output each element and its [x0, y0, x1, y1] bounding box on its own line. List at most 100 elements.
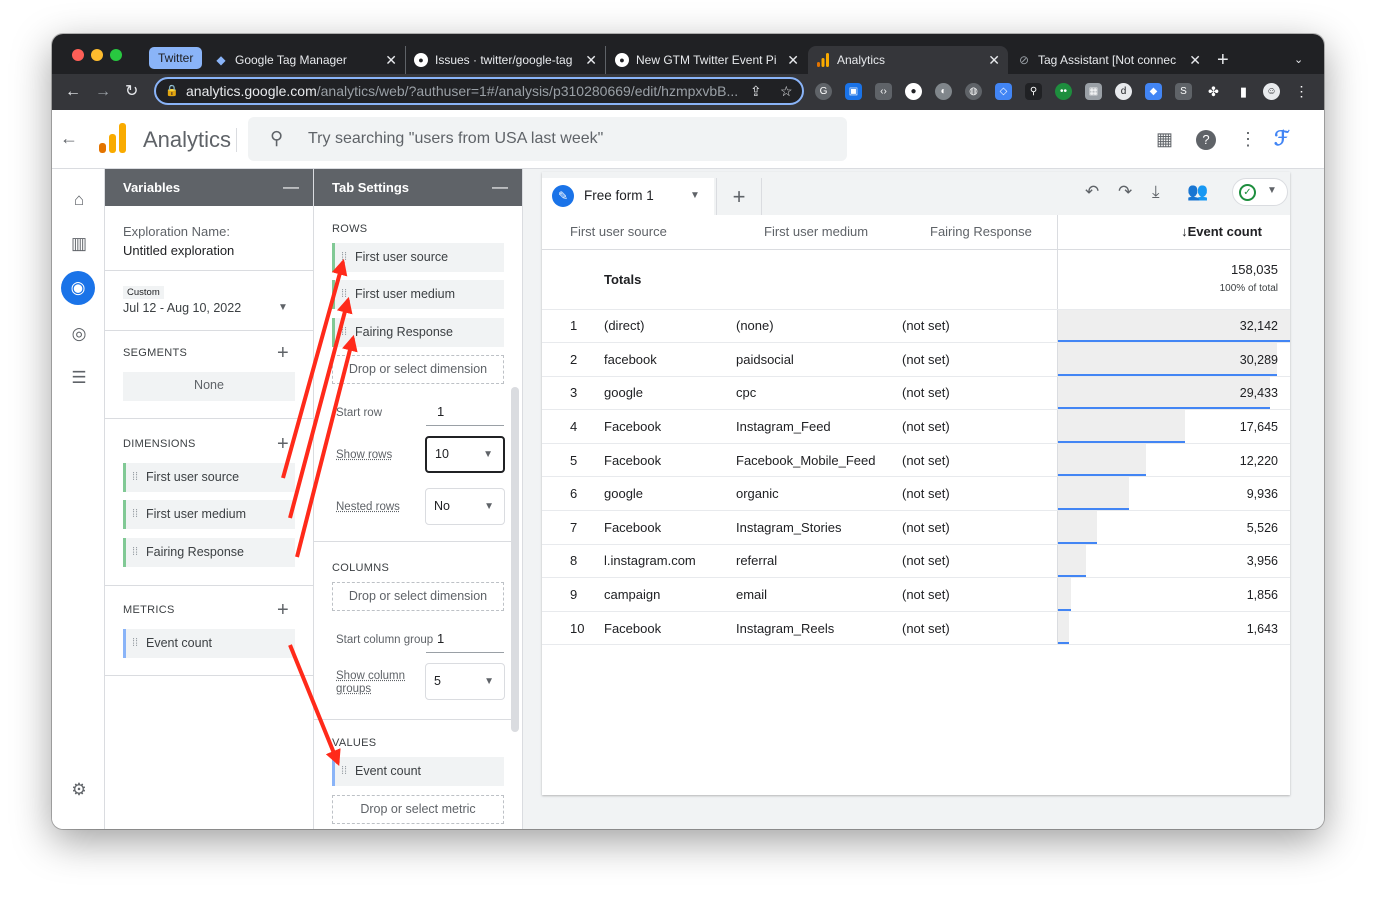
bookmark-star-icon[interactable]: ☆	[780, 79, 793, 103]
nested-rows-select[interactable]: No ▼	[425, 488, 505, 525]
extension-icon-3[interactable]: ‹›	[875, 83, 892, 100]
extension-icon-11[interactable]: d	[1115, 83, 1132, 100]
extension-icon-5[interactable]: ◐	[935, 83, 952, 100]
undo-icon[interactable]: ↶	[1085, 182, 1099, 202]
tab-group-label[interactable]: Twitter	[149, 47, 203, 69]
show-rows-select[interactable]: 10 ▼	[425, 436, 505, 473]
segment-none[interactable]: None	[123, 372, 295, 401]
new-tab-button[interactable]: +	[1217, 46, 1241, 74]
collapse-icon[interactable]: —	[492, 169, 508, 206]
home-icon[interactable]: ⌂	[68, 189, 90, 211]
tab-analytics[interactable]: Analytics ✕	[808, 46, 1008, 74]
tab-google-tag-manager[interactable]: ◆ Google Tag Manager ✕	[206, 46, 406, 74]
scrollbar[interactable]	[511, 387, 519, 732]
browser-menu-icon[interactable]: ⋮	[1293, 83, 1310, 100]
download-icon[interactable]: ⤓	[1152, 182, 1160, 202]
table-row[interactable]: 3 google cpc (not set) 29,433	[542, 376, 1290, 411]
share-users-icon[interactable]: 👥	[1187, 182, 1208, 202]
extension-icon-2[interactable]: ▣	[845, 83, 862, 100]
minimize-window-button[interactable]	[91, 49, 103, 61]
more-vert-icon[interactable]: ⋮	[1239, 129, 1257, 150]
account-logo-icon[interactable]: ℱ	[1274, 126, 1290, 151]
drag-handle-icon[interactable]: ⁞⁞	[341, 757, 347, 786]
extension-icon-9[interactable]: ••	[1055, 83, 1072, 100]
add-dimension-icon[interactable]: +	[277, 434, 289, 454]
column-header[interactable]: First user source	[542, 215, 736, 250]
close-tab-icon[interactable]: ✕	[988, 46, 1000, 74]
table-row[interactable]: 7 Facebook Instagram_Stories (not set) 5,526	[542, 510, 1290, 545]
profile-avatar[interactable]: ☺	[1263, 83, 1280, 100]
forward-arrow-icon[interactable]: →	[95, 80, 111, 104]
address-bar[interactable]: 🔒 analytics.google.com/analytics/web/?au…	[154, 77, 804, 105]
drag-handle-icon[interactable]: ⁞⁞	[132, 629, 138, 658]
start-column-group-input[interactable]: 1	[437, 631, 444, 646]
close-tab-icon[interactable]: ✕	[585, 46, 597, 74]
date-range-picker[interactable]: Jul 12 - Aug 10, 2022	[123, 301, 241, 315]
drop-column-zone[interactable]: Drop or select dimension	[332, 582, 504, 611]
dimension-chip[interactable]: ⁞⁞ Fairing Response	[123, 538, 295, 567]
close-tab-icon[interactable]: ✕	[787, 46, 799, 74]
close-window-button[interactable]	[72, 49, 84, 61]
close-tab-icon[interactable]: ✕	[1189, 46, 1201, 74]
column-header-sorted[interactable]: ↓Event count	[1056, 215, 1290, 250]
side-panel-icon[interactable]: ▮	[1235, 83, 1252, 100]
drag-handle-icon[interactable]: ⁞⁞	[341, 318, 347, 347]
show-column-groups-select[interactable]: 5 ▼	[425, 663, 505, 700]
collapse-icon[interactable]: —	[283, 169, 299, 206]
extensions-puzzle-icon[interactable]: ✤	[1205, 83, 1222, 100]
back-arrow-icon[interactable]: ←	[60, 128, 78, 149]
explore-icon[interactable]: ◉	[61, 271, 95, 305]
extension-icon-12[interactable]: ◆	[1145, 83, 1162, 100]
table-row[interactable]: 9 campaign email (not set) 1,856	[542, 577, 1290, 612]
table-row[interactable]: 10 Facebook Instagram_Reels (not set) 1,643	[542, 611, 1290, 646]
extension-icon-6[interactable]: ◍	[965, 83, 982, 100]
drag-handle-icon[interactable]: ⁞⁞	[341, 280, 347, 309]
help-icon[interactable]: ?	[1196, 130, 1216, 150]
drag-handle-icon[interactable]: ⁞⁞	[341, 243, 347, 272]
drag-handle-icon[interactable]: ⁞⁞	[132, 500, 138, 529]
advertising-icon[interactable]: ◎	[68, 323, 90, 345]
table-row[interactable]: 1 (direct) (none) (not set) 32,142	[542, 309, 1290, 344]
add-metric-icon[interactable]: +	[277, 600, 289, 620]
extension-icon-10[interactable]: ▦	[1085, 83, 1102, 100]
drop-dimension-zone[interactable]: Drop or select dimension	[332, 355, 504, 384]
tab-issues[interactable]: ● Issues · twitter/google-tag ✕	[406, 46, 606, 74]
back-arrow-icon[interactable]: ←	[65, 80, 81, 104]
dimension-chip[interactable]: ⁞⁞ First user source	[123, 463, 295, 492]
add-segment-icon[interactable]: +	[277, 343, 289, 363]
share-icon[interactable]: ⇪	[750, 79, 762, 103]
table-row[interactable]: 2 facebook paidsocial (not set) 30,289	[542, 342, 1290, 377]
drop-metric-zone[interactable]: Drop or select metric	[332, 795, 504, 824]
chevron-down-icon[interactable]: ▼	[690, 190, 700, 201]
close-tab-icon[interactable]: ✕	[385, 46, 397, 74]
reload-icon[interactable]: ↻	[125, 80, 138, 104]
table-row[interactable]: 4 Facebook Instagram_Feed (not set) 17,645	[542, 409, 1290, 444]
add-tab-button[interactable]: +	[716, 178, 762, 215]
start-row-input[interactable]: 1	[437, 404, 444, 419]
extension-icon-1[interactable]: G	[815, 83, 832, 100]
apps-grid-icon[interactable]: ▦	[1156, 129, 1173, 150]
row-chip[interactable]: ⁞⁞ First user source	[332, 243, 504, 272]
reports-icon[interactable]: ▥	[68, 233, 90, 255]
maximize-window-button[interactable]	[110, 49, 122, 61]
exploration-name-field[interactable]: Untitled exploration	[123, 243, 234, 258]
tab-free-form[interactable]: ✎ Free form 1 ▼	[542, 178, 714, 215]
tab-tag-assistant[interactable]: ⊘ Tag Assistant [Not connec ✕	[1009, 46, 1209, 74]
data-quality-status[interactable]: ✓ ▼	[1232, 178, 1288, 206]
column-header[interactable]: Fairing Response	[902, 215, 1057, 250]
value-chip[interactable]: ⁞⁞ Event count	[332, 757, 504, 786]
redo-icon[interactable]: ↷	[1118, 182, 1132, 202]
extension-icon-7[interactable]: ◇	[995, 83, 1012, 100]
extension-icon-4[interactable]: ●	[905, 83, 922, 100]
dimension-chip[interactable]: ⁞⁞ First user medium	[123, 500, 295, 529]
drag-handle-icon[interactable]: ⁞⁞	[132, 463, 138, 492]
tab-search-icon[interactable]: ⌄	[1294, 46, 1310, 74]
row-chip[interactable]: ⁞⁞ First user medium	[332, 280, 504, 309]
metric-chip[interactable]: ⁞⁞ Event count	[123, 629, 295, 658]
drag-handle-icon[interactable]: ⁞⁞	[132, 538, 138, 567]
row-chip[interactable]: ⁞⁞ Fairing Response	[332, 318, 504, 347]
table-row[interactable]: 5 Facebook Facebook_Mobile_Feed (not set) 12…	[542, 443, 1290, 478]
table-row[interactable]: 6 google organic (not set) 9,936	[542, 476, 1290, 512]
tab-new-gtm[interactable]: ● New GTM Twitter Event Pi ✕	[607, 46, 807, 74]
configure-list-icon[interactable]: ☰	[68, 367, 90, 389]
